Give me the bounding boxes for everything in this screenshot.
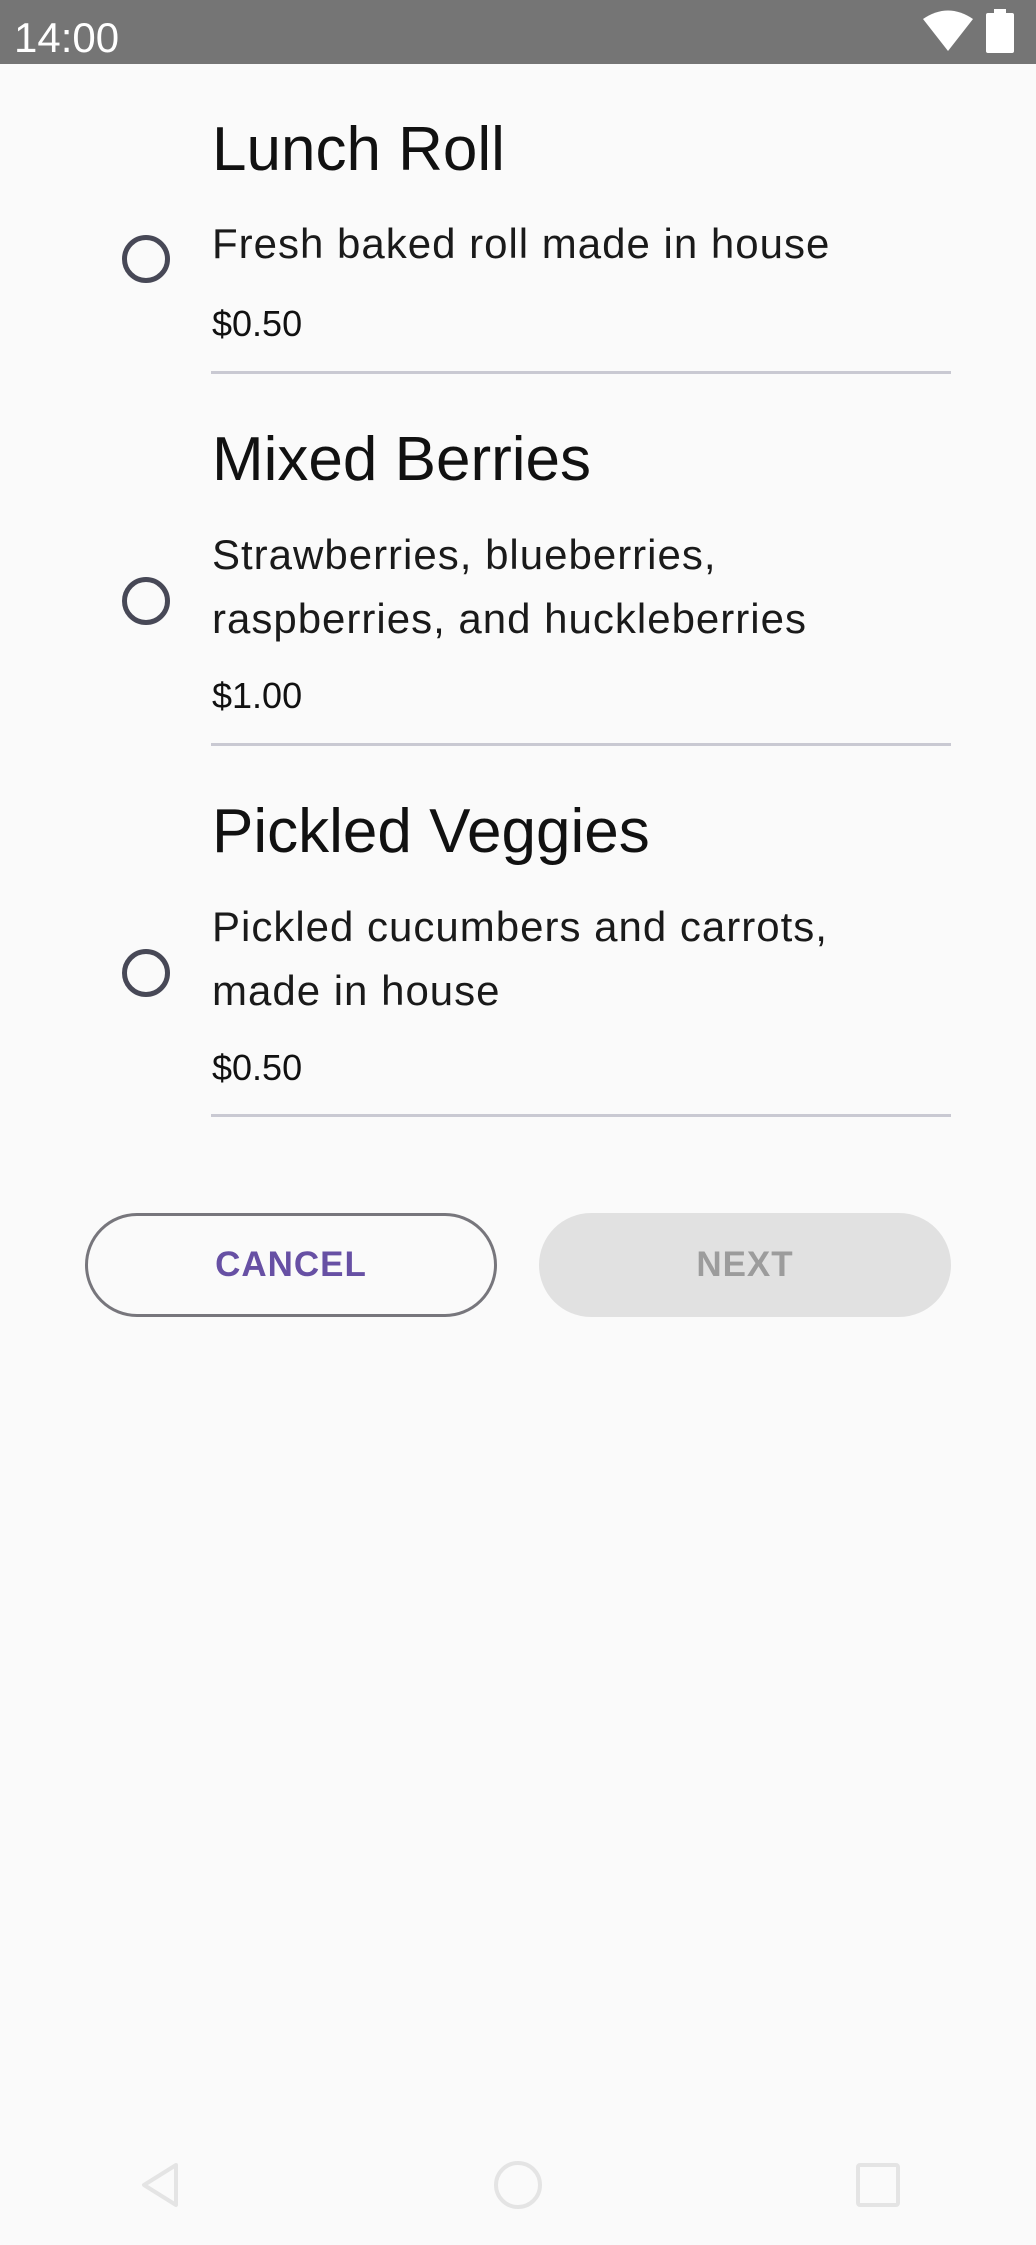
menu-item-pickled-veggies[interactable]: Pickled Veggies Pickled cucumbers and ca… (0, 748, 1036, 1120)
divider (211, 743, 951, 746)
item-title: Pickled Veggies (212, 797, 650, 866)
menu-item-mixed-berries[interactable]: Mixed Berries Strawberries, blueberries,… (0, 376, 1036, 748)
menu-item-lunch-roll[interactable]: Lunch Roll Fresh baked roll made in hous… (0, 64, 1036, 376)
item-description: Strawberries, blueberries, raspberries, … (212, 531, 807, 642)
divider (211, 371, 951, 374)
item-title: Lunch Roll (212, 115, 505, 184)
status-time: 14:00 (14, 14, 120, 61)
item-price: $0.50 (212, 1047, 303, 1088)
wifi-icon (922, 10, 974, 57)
home-icon[interactable] (488, 2155, 548, 2215)
item-description: Fresh baked roll made in house (212, 220, 831, 267)
divider (211, 1114, 951, 1117)
recents-icon[interactable] (848, 2155, 908, 2215)
status-bar: 14:00 (0, 0, 1036, 64)
status-icons (922, 8, 1014, 58)
item-title: Mixed Berries (212, 425, 591, 494)
item-price: $0.50 (212, 303, 303, 344)
radio-button-pickled-veggies[interactable] (122, 949, 170, 997)
radio-button-lunch-roll[interactable] (122, 235, 170, 283)
battery-icon (986, 8, 1014, 58)
radio-button-mixed-berries[interactable] (122, 577, 170, 625)
next-button[interactable]: NEXT (539, 1213, 951, 1317)
back-icon[interactable] (130, 2155, 190, 2215)
item-price: $1.00 (212, 675, 303, 716)
item-description: Pickled cucumbers and carrots, made in h… (212, 903, 828, 1014)
cancel-button[interactable]: CANCEL (85, 1213, 497, 1317)
navigation-bar (0, 2125, 1036, 2245)
